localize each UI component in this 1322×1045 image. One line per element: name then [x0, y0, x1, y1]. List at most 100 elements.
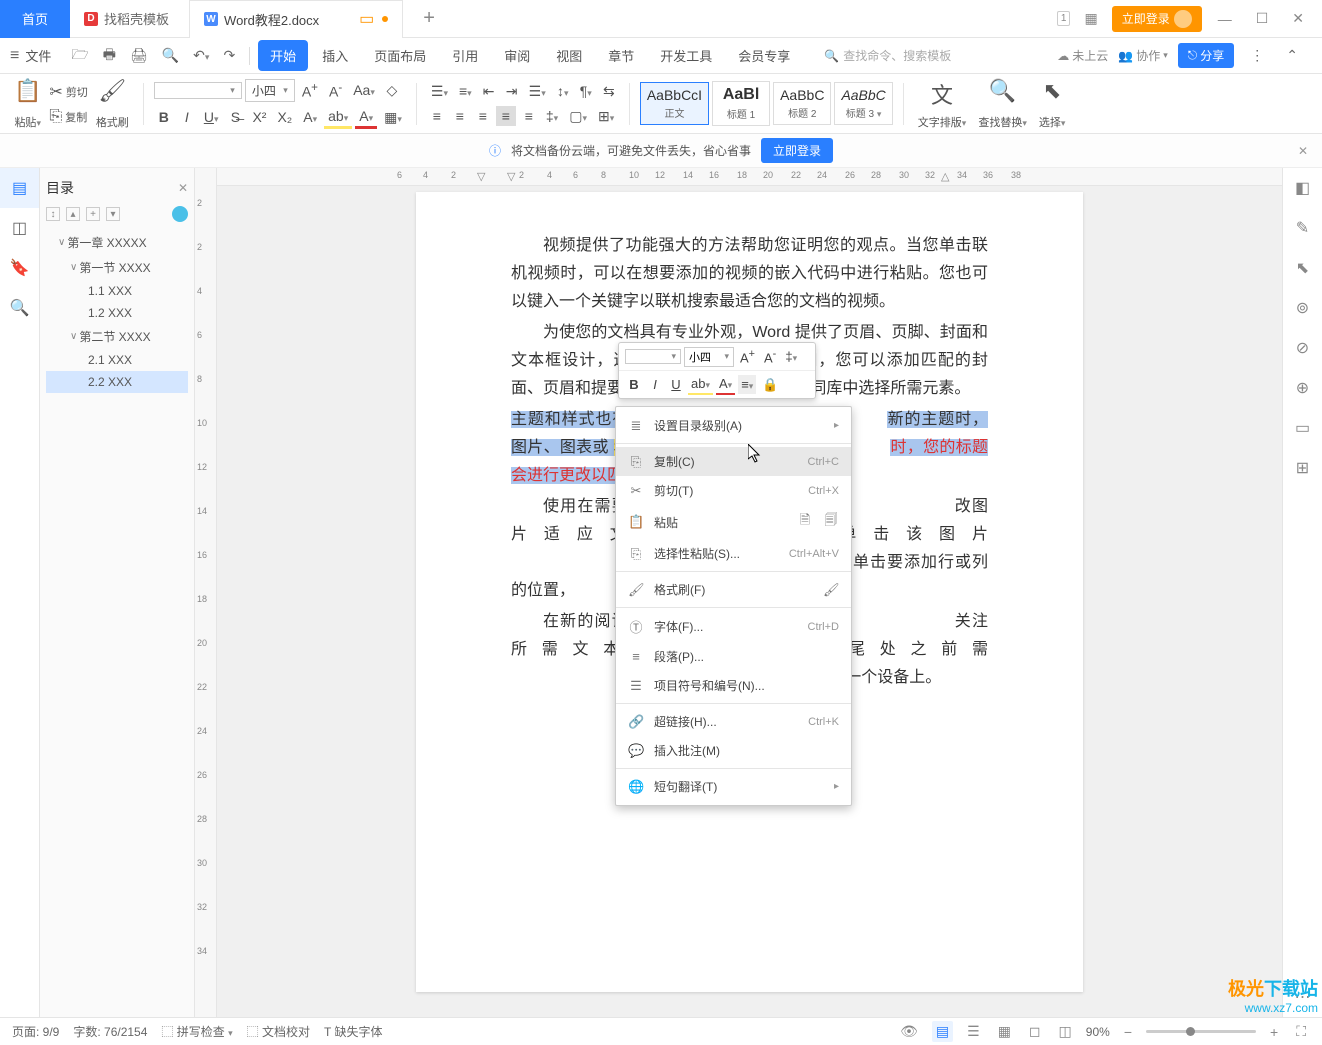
outline-collapse-icon[interactable]: ↕ [46, 207, 60, 221]
command-search[interactable]: 🔍 查找命令、搜索模板 [824, 47, 951, 64]
tab-chapter[interactable]: 章节 [596, 40, 646, 71]
toolbox-icon[interactable]: ◧ [1283, 168, 1322, 208]
insert-icon[interactable]: ⊕ [1283, 368, 1322, 408]
vertical-ruler[interactable]: 2 2 4 6 8 10 12 14 16 18 20 22 24 26 28 … [195, 168, 217, 1017]
outline-item-s11[interactable]: 1.1 XXX [46, 280, 188, 302]
zoom-in-icon[interactable]: + [1266, 1022, 1282, 1042]
tab-template[interactable]: D 找稻壳模板 [70, 0, 183, 38]
mini-fontcolor-icon[interactable]: A▾ [716, 374, 735, 395]
paste-group[interactable]: 📋 粘贴▾ [10, 78, 45, 130]
open-icon[interactable]: 🗁 [65, 42, 94, 70]
cm-insert-comment[interactable]: 💬 插入批注(M) [616, 736, 851, 765]
preview-icon[interactable]: 🔍 [156, 45, 185, 66]
font-size-select[interactable]: 小四▾ [245, 79, 295, 102]
print-icon[interactable]: 🖨 [124, 45, 154, 66]
page-view-icon[interactable]: ▤ [932, 1021, 953, 1042]
file-menu[interactable]: 文件 [25, 46, 51, 65]
ribbon-tool-icon[interactable]: 🔖 [0, 248, 39, 288]
search-tool-icon[interactable]: 🔍 [0, 288, 39, 328]
spellcheck-status[interactable]: ⬚ 拼写检查 ▾ [161, 1023, 232, 1040]
outline-item-ch1[interactable]: ∨第一章 XXXXX [46, 230, 188, 255]
outline-close-icon[interactable]: ✕ [178, 181, 188, 195]
tab-devtools[interactable]: 开发工具 [648, 40, 724, 71]
close-icon[interactable]: ✕ [1284, 6, 1312, 31]
missing-font[interactable]: T 缺失字体 [324, 1023, 382, 1040]
cm-copy[interactable]: ⎘ 复制(C) Ctrl+C [616, 447, 851, 476]
page-indicator[interactable]: 页面: 9/9 [12, 1023, 59, 1040]
outline-item-s22[interactable]: 2.2 XXX [46, 371, 188, 393]
findreplace-button[interactable]: 🔍 查找替换▾ [974, 78, 1031, 130]
mini-italic-icon[interactable]: I [646, 375, 664, 394]
apps-icon[interactable]: ▦ [1078, 6, 1103, 31]
outline-add-icon[interactable]: + [86, 207, 100, 221]
word-count[interactable]: 字数: 76/2154 [73, 1023, 147, 1040]
horizontal-ruler[interactable]: 6 4 2 ▽ ▽ 2 4 6 8 10 12 14 16 18 20 22 2… [217, 168, 1282, 186]
outline-levelup-icon[interactable]: ▴ [66, 207, 80, 221]
cloud-status[interactable]: ☁未上云 [1057, 47, 1108, 64]
border-icon[interactable]: ⊞▾ [594, 106, 618, 127]
tab-pagelayout[interactable]: 页面布局 [362, 40, 438, 71]
subscript-icon[interactable]: X₂ [273, 107, 296, 127]
align-right-icon[interactable]: ≡ [473, 106, 493, 126]
align-center-icon[interactable]: ≡ [450, 106, 470, 126]
tab-document[interactable]: W Word教程2.docx ▭ [189, 0, 403, 38]
italic-icon[interactable]: I [177, 107, 197, 127]
sort-icon[interactable]: ↕▾ [553, 81, 573, 101]
menu-icon[interactable]: ≡ [10, 47, 19, 65]
redo-icon[interactable]: ↷ [217, 45, 241, 66]
settings-icon[interactable]: ⊚ [1283, 288, 1322, 328]
outdent-icon[interactable]: ⇤ [479, 81, 499, 102]
shading-icon[interactable]: ▦▾ [380, 107, 406, 128]
mini-font-select[interactable]: ▾ [625, 349, 681, 364]
mini-shrink-icon[interactable]: A- [761, 346, 779, 367]
bookmark-tool-icon[interactable]: ◫ [0, 208, 39, 248]
strike-icon[interactable]: S̶ [225, 107, 245, 127]
cm-bullets-numbering[interactable]: ☰ 项目符号和编号(N)... [616, 671, 851, 700]
select-button[interactable]: ⬉ 选择▾ [1035, 78, 1070, 130]
outline-item-s21[interactable]: 2.1 XXX [46, 349, 188, 371]
zoom-out-icon[interactable]: − [1120, 1022, 1136, 1042]
hanging-indent-icon[interactable]: ▽ [507, 170, 515, 183]
tab-member[interactable]: 会员专享 [726, 40, 802, 71]
reading-mode-icon[interactable]: 👁 [896, 1021, 922, 1042]
more-icon[interactable]: ⋮ [1244, 45, 1270, 66]
cm-paragraph[interactable]: ≡ 段落(P)... [616, 642, 851, 671]
mini-grow-icon[interactable]: A+ [737, 346, 758, 367]
zoom-thumb[interactable] [1186, 1027, 1195, 1036]
outline-tool-icon[interactable]: ▤ [0, 168, 39, 208]
cm-font[interactable]: Ⓣ 字体(F)... Ctrl+D [616, 611, 851, 642]
tab-reference[interactable]: 引用 [440, 40, 490, 71]
clear-format-icon[interactable]: ◇ [382, 80, 402, 101]
style-h1[interactable]: AaBl 标题 1 [712, 81, 770, 126]
mini-size-select[interactable]: 小四▾ [684, 347, 734, 367]
text-effects-icon[interactable]: A▾ [299, 107, 321, 127]
select-icon[interactable]: ⬉ [1283, 248, 1322, 288]
linespacing-icon[interactable]: ‡▾ [542, 106, 562, 126]
cm-paste[interactable]: 📋 粘贴 🗎 🗐 [616, 505, 851, 539]
tab-home[interactable]: 首页 [0, 0, 70, 38]
grow-font-icon[interactable]: A+ [298, 79, 322, 102]
style-body[interactable]: AaBbCcI 正文 [640, 82, 709, 125]
tabstops-icon[interactable]: ⇆ [599, 81, 619, 102]
copy-button[interactable]: ⎘复制 [49, 108, 87, 126]
window-list-icon[interactable]: 1 [1057, 11, 1071, 26]
share-button[interactable]: ⎋分享 [1178, 43, 1235, 68]
style-icon[interactable]: ✎ [1283, 208, 1322, 248]
superscript-icon[interactable]: X² [248, 107, 270, 127]
fullscreen-icon[interactable]: ⛶ [1292, 1021, 1310, 1042]
collapse-ribbon-icon[interactable]: ⌃ [1280, 45, 1304, 66]
tab-new[interactable]: + [403, 7, 455, 30]
outline-leveldown-icon[interactable]: ▾ [106, 207, 120, 221]
outline-item-s12[interactable]: 1.2 XXX [46, 302, 188, 324]
comment-icon[interactable]: ⊞ [1283, 448, 1322, 488]
mini-bold-icon[interactable]: B [625, 375, 643, 394]
focus-view-icon[interactable]: ◻ [1025, 1021, 1045, 1042]
banner-login-button[interactable]: 立即登录 [761, 138, 833, 163]
banner-close-icon[interactable]: ✕ [1298, 144, 1308, 158]
align-distribute-icon[interactable]: ≡ [519, 106, 539, 126]
cm-paste-special[interactable]: ⎘ 选择性粘贴(S)... Ctrl+Alt+V [616, 539, 851, 568]
tab-start[interactable]: 开始 [258, 40, 308, 71]
limit-icon[interactable]: ⊘ [1283, 328, 1322, 368]
outline-item-s2[interactable]: ∨第二节 XXXX [46, 324, 188, 349]
paste-format-icon[interactable]: 🗐 [823, 511, 839, 533]
